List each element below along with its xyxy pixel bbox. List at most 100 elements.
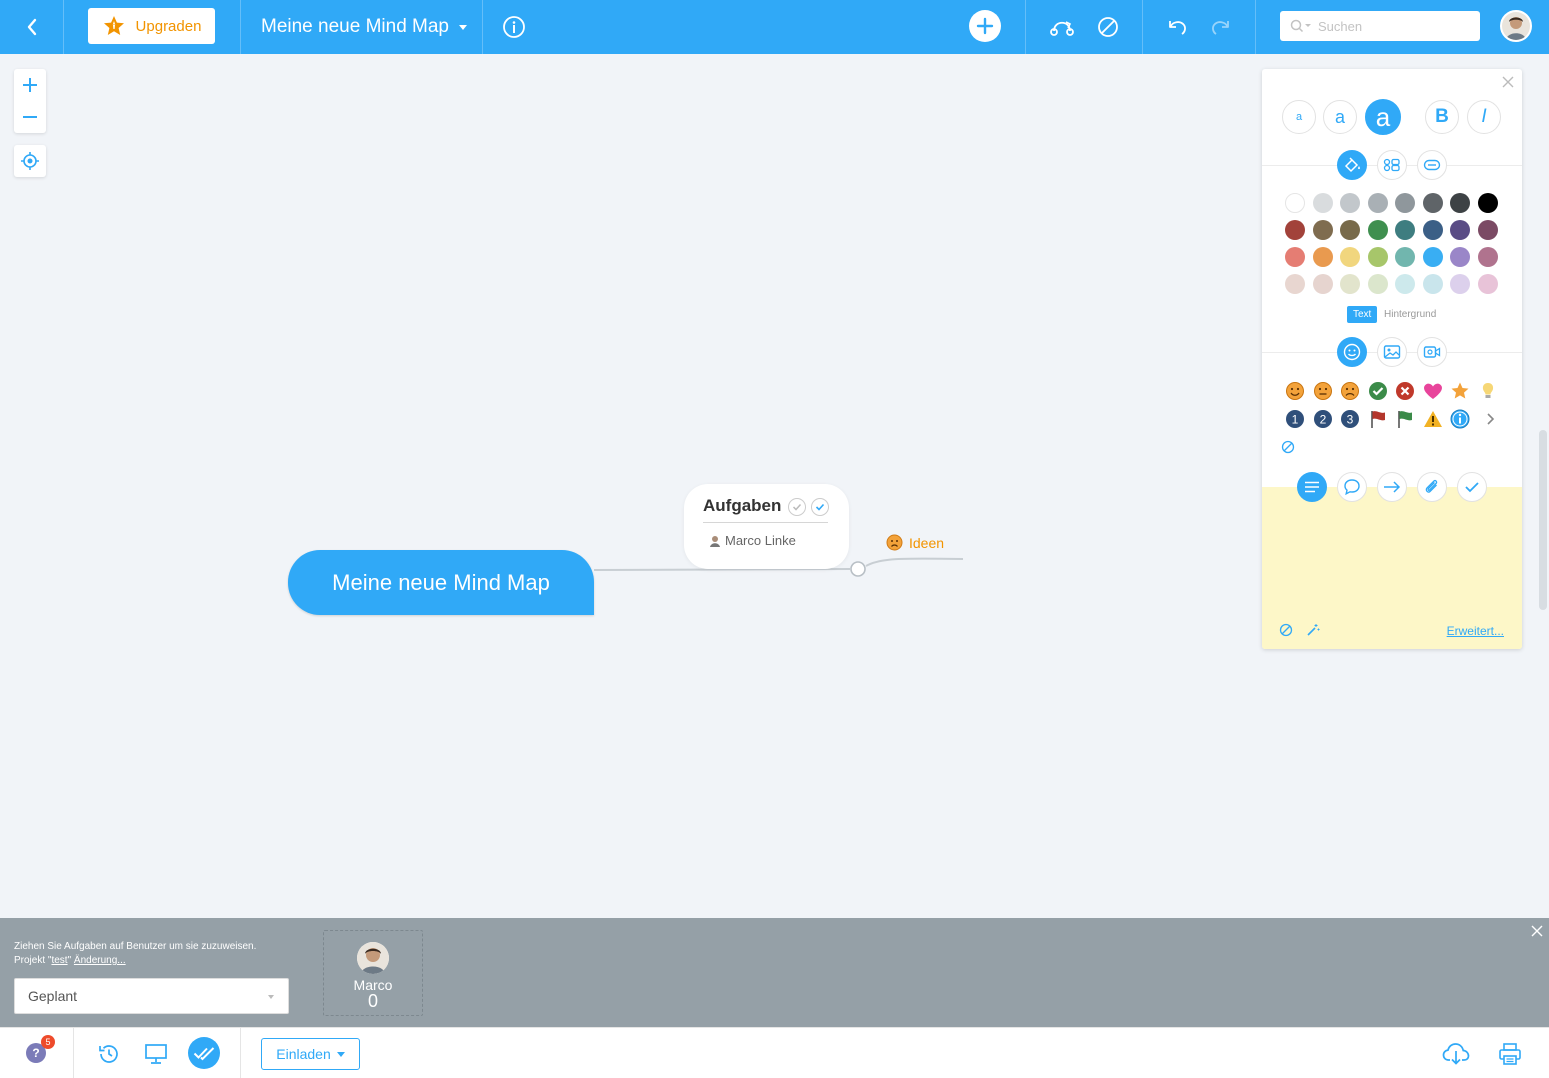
sad-face-icon[interactable] [1340,381,1360,401]
color-swatch[interactable] [1478,193,1498,213]
undo-button[interactable] [1162,0,1192,54]
tab-attachments[interactable] [1417,472,1447,502]
color-swatch[interactable] [1285,274,1305,294]
neutral-face-icon[interactable] [1313,381,1333,401]
back-button[interactable] [0,0,63,54]
root-node[interactable]: Meine neue Mind Map [288,550,594,615]
color-swatch[interactable] [1285,193,1305,213]
print-button[interactable] [1496,1040,1524,1068]
invite-button[interactable]: Einladen [261,1038,360,1070]
change-project-link[interactable]: Änderung... [74,955,126,966]
color-swatch[interactable] [1368,220,1388,240]
tab-style[interactable] [1337,150,1367,180]
color-swatch[interactable] [1450,220,1470,240]
warning-icon[interactable] [1423,409,1443,429]
tab-comments[interactable] [1337,472,1367,502]
task-done-icon[interactable] [811,498,829,516]
clear-note-button[interactable] [1276,620,1296,640]
add-node-button[interactable] [969,10,1001,42]
green-flag-icon[interactable] [1395,409,1415,429]
color-swatch[interactable] [1368,193,1388,213]
color-swatch[interactable] [1340,193,1360,213]
tab-tasks[interactable] [1457,472,1487,502]
search-field[interactable] [1280,11,1480,41]
font-size-small-button[interactable]: a [1282,100,1316,134]
task-check-icon[interactable] [788,498,806,516]
color-swatch[interactable] [1423,220,1443,240]
italic-button[interactable]: I [1467,100,1501,134]
tab-layout[interactable] [1377,150,1407,180]
close-assignment-bar-button[interactable] [1531,924,1543,942]
download-button[interactable] [1442,1040,1470,1068]
info-button[interactable] [498,0,530,54]
tab-video[interactable] [1417,337,1447,367]
red-flag-icon[interactable] [1368,409,1388,429]
color-swatch[interactable] [1423,274,1443,294]
info-icon[interactable] [1450,409,1470,429]
color-swatch[interactable] [1450,274,1470,294]
color-swatch[interactable] [1450,193,1470,213]
color-swatch[interactable] [1478,220,1498,240]
close-panel-button[interactable] [1502,75,1514,93]
user-avatar[interactable] [1500,10,1532,42]
color-target-text-tab[interactable]: Text [1347,306,1378,323]
color-swatch[interactable] [1313,193,1333,213]
color-swatch[interactable] [1478,274,1498,294]
color-swatch[interactable] [1368,247,1388,267]
tab-shape[interactable] [1417,150,1447,180]
priority-2-icon[interactable]: 2 [1313,409,1333,429]
color-swatch[interactable] [1368,274,1388,294]
bold-button[interactable]: B [1425,100,1459,134]
heart-icon[interactable] [1423,381,1443,401]
ideas-node[interactable]: Ideen [886,534,944,551]
star-icon[interactable] [1450,381,1470,401]
chevron-right-icon[interactable] [1480,409,1500,429]
happy-face-icon[interactable] [1285,381,1305,401]
font-size-medium-button[interactable]: a [1323,100,1357,134]
vertical-scrollbar[interactable] [1539,430,1547,610]
color-swatch[interactable] [1395,274,1415,294]
color-swatch[interactable] [1340,220,1360,240]
color-target-background-tab[interactable]: Hintergrund [1384,309,1436,320]
project-link[interactable]: test [51,955,67,966]
check-circle-icon[interactable] [1368,381,1388,401]
presentation-button[interactable] [142,1040,170,1068]
color-swatch[interactable] [1423,247,1443,267]
task-node[interactable]: Aufgaben Marco Linke [684,484,849,569]
color-swatch[interactable] [1340,247,1360,267]
tasks-toggle-button[interactable] [188,1037,220,1069]
priority-3-icon[interactable]: 3 [1340,409,1360,429]
font-size-large-button[interactable]: a [1365,99,1401,135]
tab-images[interactable] [1377,337,1407,367]
task-status-select[interactable]: Geplant [14,978,289,1014]
user-drop-target[interactable]: Marco 0 [323,930,423,1016]
connection-button[interactable] [1046,0,1078,54]
map-title-dropdown[interactable]: Meine neue Mind Map [261,0,467,54]
clear-format-button[interactable] [1092,0,1124,54]
lightbulb-icon[interactable] [1478,381,1498,401]
color-swatch[interactable] [1423,193,1443,213]
color-swatch[interactable] [1313,247,1333,267]
history-button[interactable] [95,1040,123,1068]
search-input[interactable] [1318,18,1458,34]
color-swatch[interactable] [1395,193,1415,213]
redo-button[interactable] [1206,0,1236,54]
tab-icons[interactable] [1337,337,1367,367]
color-swatch[interactable] [1313,274,1333,294]
upgrade-button[interactable]: Upgraden [88,8,215,44]
color-swatch[interactable] [1395,247,1415,267]
color-swatch[interactable] [1450,247,1470,267]
advanced-link[interactable]: Erweitert... [1447,624,1504,638]
remove-icons-button[interactable] [1278,437,1298,457]
magic-wand-button[interactable] [1303,620,1323,640]
color-swatch[interactable] [1395,220,1415,240]
tab-links[interactable] [1377,472,1407,502]
color-swatch[interactable] [1285,220,1305,240]
color-swatch[interactable] [1478,247,1498,267]
color-swatch[interactable] [1285,247,1305,267]
color-swatch[interactable] [1313,220,1333,240]
color-swatch[interactable] [1340,274,1360,294]
tab-notes[interactable] [1297,472,1327,502]
priority-1-icon[interactable]: 1 [1285,409,1305,429]
cross-circle-icon[interactable] [1395,381,1415,401]
